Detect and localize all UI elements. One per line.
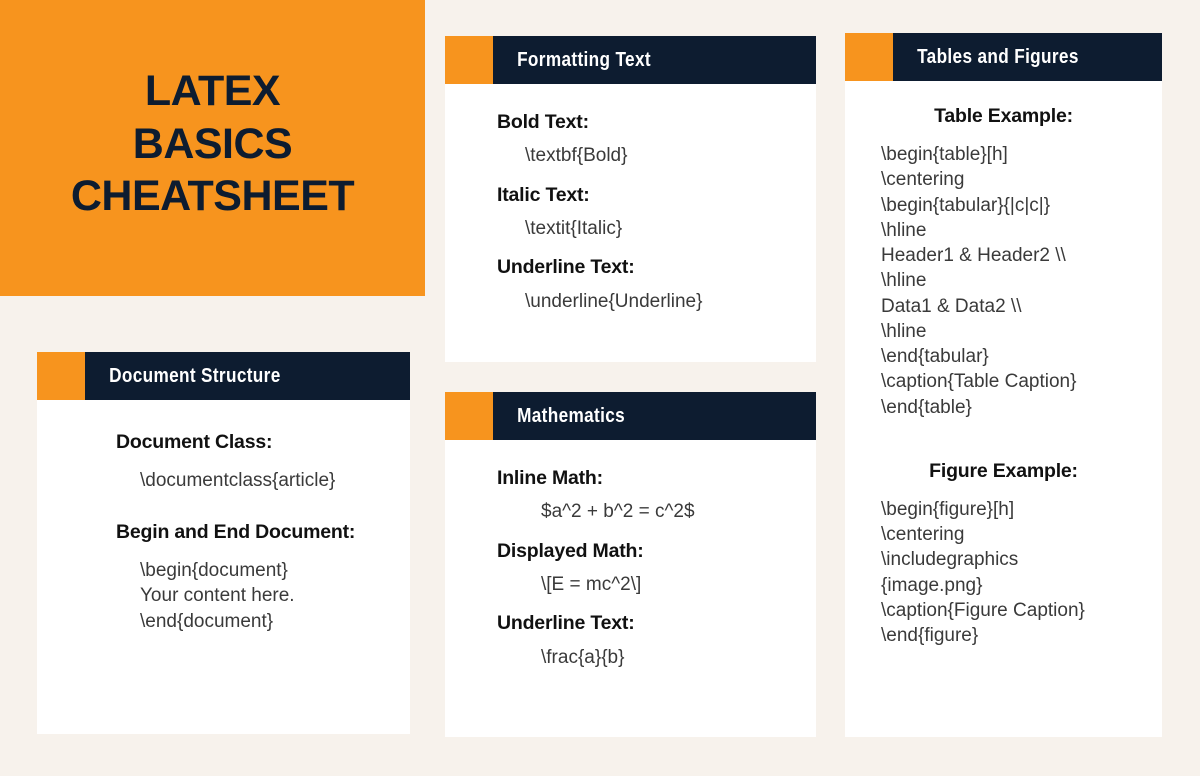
entry-label: Document Class:: [116, 431, 273, 453]
entry-bold-text: Bold Text: \textbf{Bold}: [471, 110, 790, 169]
card-mathematics: Mathematics Inline Math: $a^2 + b^2 = c^…: [445, 392, 816, 737]
entry-code: \begin{document} Your content here. \end…: [140, 560, 295, 632]
entry-code: \underline{Underline}: [525, 290, 703, 312]
card-header-formatting-text: Formatting Text: [445, 36, 816, 84]
entry-begin-end-document: Begin and End Document: \begin{document}…: [63, 520, 384, 634]
card-tables-and-figures: Tables and Figures Table Example: \begin…: [845, 33, 1162, 737]
entry-code: \textit{Italic}: [525, 218, 623, 240]
title-block: LATEX BASICS CHEATSHEET: [0, 0, 425, 296]
entry-label: Underline Text:: [497, 612, 635, 635]
card-title-formatting-text: Formatting Text: [517, 48, 651, 71]
entry-label: Inline Math:: [497, 467, 603, 489]
entry-italic-text: Italic Text: \textit{Italic}: [471, 183, 790, 242]
entry-code: \documentclass{article}: [140, 470, 336, 492]
header-bar: Document Structure: [85, 352, 410, 400]
table-example-heading: Table Example:: [934, 105, 1073, 127]
card-body-formatting-text: Bold Text: \textbf{Bold} Italic Text: \t…: [445, 84, 816, 314]
entry-label: Begin and End Document:: [116, 520, 356, 543]
card-body-tables-and-figures: Table Example: \begin{table}[h] \centeri…: [845, 81, 1162, 649]
entry-label: Bold Text:: [497, 111, 589, 133]
title-line-2: BASICS: [132, 119, 293, 168]
header-bar: Tables and Figures: [893, 33, 1162, 81]
entry-code: \textbf{Bold}: [525, 145, 628, 167]
entry-code: \frac{a}{b}: [541, 646, 625, 668]
card-title-mathematics: Mathematics: [517, 404, 626, 427]
header-accent-tab: [37, 352, 85, 400]
entry-label: Underline Text:: [497, 256, 635, 279]
section-figure-example: Figure Example: \begin{figure}[h] \cente…: [869, 460, 1138, 649]
entry-code: \[E = mc^2\]: [541, 574, 642, 596]
table-example-code: \begin{table}[h] \centering \begin{tabul…: [881, 144, 1077, 418]
card-body-mathematics: Inline Math: $a^2 + b^2 = c^2$ Displayed…: [445, 440, 816, 670]
title-line-1: LATEX: [144, 67, 281, 116]
card-header-document-structure: Document Structure: [37, 352, 410, 400]
entry-underline-text: Underline Text: \underline{Underline}: [471, 255, 790, 314]
section-table-example: Table Example: \begin{table}[h] \centeri…: [869, 105, 1138, 420]
entry-fraction: Underline Text: \frac{a}{b}: [471, 611, 790, 670]
card-body-document-structure: Document Class: \documentclass{article} …: [37, 400, 410, 634]
card-header-tables-and-figures: Tables and Figures: [845, 33, 1162, 81]
figure-example-heading: Figure Example:: [929, 459, 1078, 482]
card-title-tables-and-figures: Tables and Figures: [917, 45, 1079, 68]
entry-inline-math: Inline Math: $a^2 + b^2 = c^2$: [471, 466, 790, 525]
entry-label: Italic Text:: [497, 183, 590, 206]
card-formatting-text: Formatting Text Bold Text: \textbf{Bold}…: [445, 36, 816, 362]
card-title-document-structure: Document Structure: [109, 364, 281, 387]
entry-code: $a^2 + b^2 = c^2$: [541, 501, 695, 523]
header-accent-tab: [445, 36, 493, 84]
entry-displayed-math: Displayed Math: \[E = mc^2\]: [471, 539, 790, 598]
header-bar: Mathematics: [493, 392, 816, 440]
entry-document-class: Document Class: \documentclass{article}: [63, 430, 384, 494]
entry-label: Displayed Math:: [497, 539, 644, 562]
title-line-3: CHEATSHEET: [70, 172, 355, 221]
card-header-mathematics: Mathematics: [445, 392, 816, 440]
header-bar: Formatting Text: [493, 36, 816, 84]
page-title: LATEX BASICS CHEATSHEET: [70, 65, 355, 230]
figure-example-code: \begin{figure}[h] \centering \includegra…: [881, 498, 1085, 647]
card-document-structure: Document Structure Document Class: \docu…: [37, 352, 410, 734]
header-accent-tab: [845, 33, 893, 81]
header-accent-tab: [445, 392, 493, 440]
